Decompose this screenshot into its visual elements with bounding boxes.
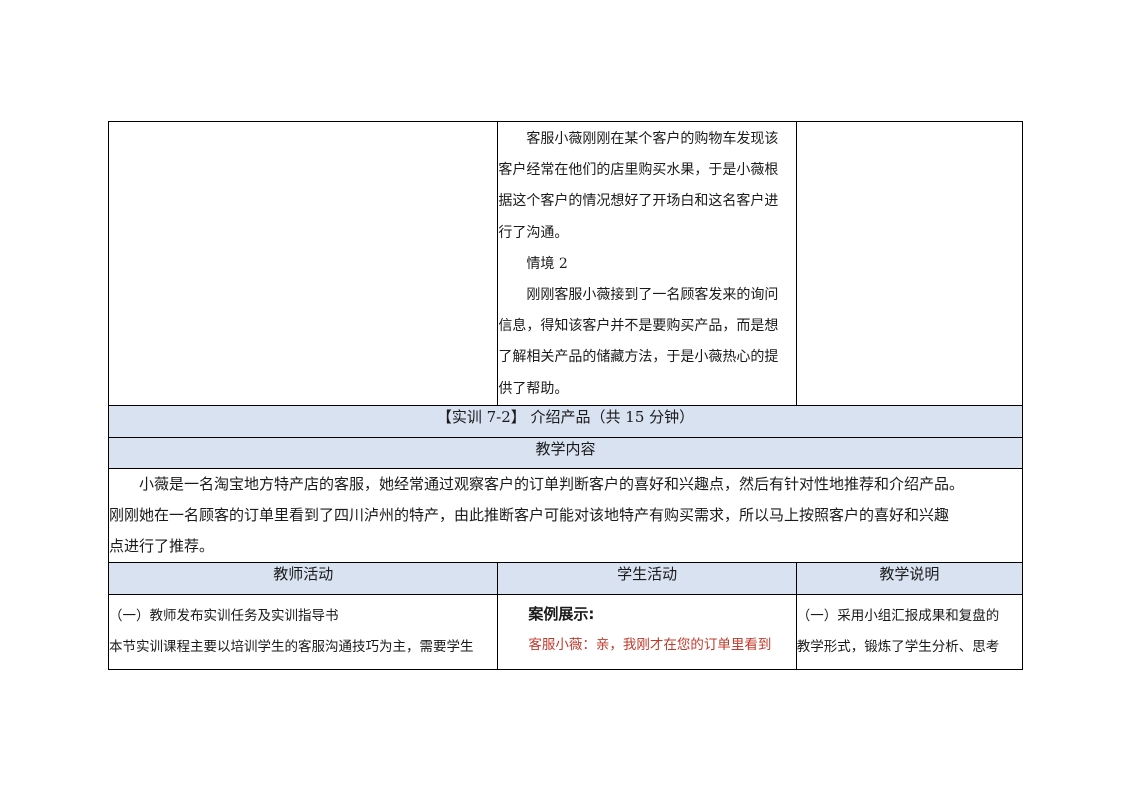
student-activity-header: 学生活动 [497, 561, 797, 595]
scenario-line: 行了沟通。 [498, 224, 569, 241]
scenario-line: 据这个客户的情况想好了开场白和这名客户进 [498, 193, 779, 210]
teacher-activity-cell: （一）教师发布实训任务及实训指导书 本节实训课程主要以培训学生的客服沟通技巧为主… [107, 593, 499, 670]
scenario-line: 供了帮助。 [498, 380, 569, 397]
scenario-line: 刚刚客服小薇接到了一名顾客发来的询问 [526, 287, 779, 304]
activity-header-row: 教师活动 学生活动 教学说明 [107, 561, 1024, 595]
content-row: 小薇是一名淘宝地方特产店的客服，她经常通过观察客户的订单判断客户的喜好和兴趣点，… [108, 467, 1023, 563]
scenario-line: 客户经常在他们的店里购买水果，于是小薇根 [498, 162, 779, 179]
content-cell: 小薇是一名淘宝地方特产店的客服，她经常通过观察客户的订单判断客户的喜好和兴趣点，… [108, 467, 1023, 563]
content-line: 点进行了推荐。 [109, 536, 215, 555]
content-header-row: 教学内容 [108, 436, 1023, 469]
lesson-plan-table: 客服小薇刚刚在某个客户的购物车发现该 客户经常在他们的店里购买水果，于是小薇根 … [107, 121, 1024, 670]
teacher-activity-line: 本节实训课程主要以培训学生的客服沟通技巧为主，需要学生 [109, 638, 474, 655]
section-title: 【实训 7-2】 介绍产品（共 15 分钟） [108, 404, 1023, 438]
case-title: 案例展示: [528, 604, 595, 623]
teaching-note-line: 教学形式，锻炼了学生分析、思考 [796, 638, 1000, 655]
teaching-note-header: 教学说明 [795, 561, 1024, 595]
teaching-note-cell: （一）采用小组汇报成果和复盘的 教学形式，锻炼了学生分析、思考 [795, 593, 1024, 670]
student-activity-cell: 案例展示: 客服小薇：亲，我刚才在您的订单里看到 [497, 593, 797, 670]
scenario-row: 客服小薇刚刚在某个客户的购物车发现该 客户经常在他们的店里购买水果，于是小薇根 … [107, 121, 1024, 406]
content-line: 刚刚她在一名顾客的订单里看到了四川泸州的特产，由此推断客户可能对该地特产有购买需… [109, 505, 950, 524]
student-activity-line: 客服小薇：亲，我刚才在您的订单里看到 [528, 636, 772, 653]
empty-left-cell [107, 121, 499, 406]
section-title-row: 【实训 7-2】 介绍产品（共 15 分钟） [108, 404, 1023, 438]
scenario-line: 客服小薇刚刚在某个客户的购物车发现该 [526, 131, 779, 147]
scenario-cell: 客服小薇刚刚在某个客户的购物车发现该 客户经常在他们的店里购买水果，于是小薇根 … [497, 121, 797, 406]
document-page: 客服小薇刚刚在某个客户的购物车发现该 客户经常在他们的店里购买水果，于是小薇根 … [0, 0, 1122, 793]
empty-right-cell [795, 121, 1024, 406]
content-line: 小薇是一名淘宝地方特产店的客服，她经常通过观察客户的订单判断客户的喜好和兴趣点，… [139, 474, 965, 493]
scenario-line: 信息，得知该客户并不是要购买产品，而是想 [498, 318, 779, 335]
teacher-activity-line: （一）教师发布实训任务及实训指导书 [109, 607, 339, 624]
content-header: 教学内容 [108, 436, 1023, 469]
scenario-heading: 情境 2 [526, 255, 568, 272]
activity-row: （一）教师发布实训任务及实训指导书 本节实训课程主要以培训学生的客服沟通技巧为主… [107, 593, 1024, 670]
teaching-note-line: （一）采用小组汇报成果和复盘的 [796, 607, 1000, 624]
scenario-line: 了解相关产品的储藏方法，于是小薇热心的提 [498, 349, 779, 366]
teacher-activity-header: 教师活动 [107, 561, 499, 595]
